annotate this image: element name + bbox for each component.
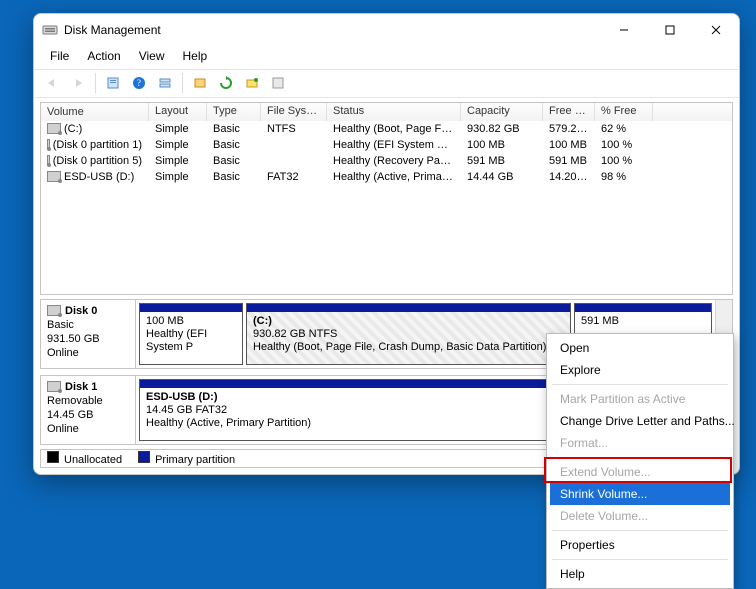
context-item: Extend Volume... xyxy=(550,461,730,483)
menu-help[interactable]: Help xyxy=(175,48,216,64)
minimize-button[interactable] xyxy=(601,14,647,46)
menu-file[interactable]: File xyxy=(42,48,77,64)
disk-icon xyxy=(47,171,61,182)
context-menu[interactable]: OpenExplore Mark Partition as ActiveChang… xyxy=(546,333,734,589)
context-item[interactable]: Open xyxy=(550,337,730,359)
volume-row[interactable]: (Disk 0 partition 1)SimpleBasicHealthy (… xyxy=(41,137,732,153)
volume-row[interactable]: ESD-USB (D:)SimpleBasicFAT32Healthy (Act… xyxy=(41,169,732,185)
volume-list-header[interactable]: Volume Layout Type File System Status Ca… xyxy=(41,103,732,121)
col-capacity[interactable]: Capacity xyxy=(461,103,543,121)
context-item[interactable]: Shrink Volume... xyxy=(550,483,730,505)
properties-icon[interactable] xyxy=(101,71,125,95)
disk-summary[interactable]: Disk 0Basic931.50 GBOnline xyxy=(41,300,136,368)
window-title: Disk Management xyxy=(64,23,161,37)
legend-primary: Primary partition xyxy=(138,451,235,466)
partition[interactable]: (C:)930.82 GB NTFSHealthy (Boot, Page Fi… xyxy=(246,303,571,365)
menubar: File Action View Help xyxy=(34,46,739,70)
menu-action[interactable]: Action xyxy=(79,48,128,64)
context-separator xyxy=(552,559,728,560)
create-vhd-icon[interactable] xyxy=(188,71,212,95)
volume-row[interactable]: (Disk 0 partition 5)SimpleBasicHealthy (… xyxy=(41,153,732,169)
more-actions-icon[interactable] xyxy=(266,71,290,95)
col-percent-free[interactable]: % Free xyxy=(595,103,653,121)
toolbar: ? xyxy=(34,70,739,98)
back-button[interactable] xyxy=(40,71,64,95)
disk-icon xyxy=(47,305,61,316)
disk-summary[interactable]: Disk 1Removable14.45 GBOnline xyxy=(41,376,136,444)
context-item[interactable]: Explore xyxy=(550,359,730,381)
col-volume[interactable]: Volume xyxy=(41,103,149,121)
col-status[interactable]: Status xyxy=(327,103,461,121)
help-icon[interactable]: ? xyxy=(127,71,151,95)
context-item[interactable]: Change Drive Letter and Paths... xyxy=(550,410,730,432)
titlebar[interactable]: Disk Management xyxy=(34,14,739,46)
col-layout[interactable]: Layout xyxy=(149,103,207,121)
context-item: Format... xyxy=(550,432,730,454)
app-icon xyxy=(42,22,58,38)
volume-list[interactable]: Volume Layout Type File System Status Ca… xyxy=(40,102,733,295)
view-options-icon[interactable] xyxy=(153,71,177,95)
context-item[interactable]: Properties xyxy=(550,534,730,556)
maximize-button[interactable] xyxy=(647,14,693,46)
context-item: Mark Partition as Active xyxy=(550,388,730,410)
disk-icon xyxy=(47,155,50,166)
disk-icon xyxy=(47,123,61,134)
context-separator xyxy=(552,530,728,531)
menu-view[interactable]: View xyxy=(131,48,173,64)
disk-icon xyxy=(47,139,50,150)
col-type[interactable]: Type xyxy=(207,103,261,121)
forward-button[interactable] xyxy=(66,71,90,95)
disk-icon xyxy=(47,381,61,392)
col-free[interactable]: Free Sp... xyxy=(543,103,595,121)
context-separator xyxy=(552,457,728,458)
legend-unallocated: Unallocated xyxy=(47,451,122,466)
refresh-icon[interactable] xyxy=(214,71,238,95)
col-file-system[interactable]: File System xyxy=(261,103,327,121)
rescan-disks-icon[interactable] xyxy=(240,71,264,95)
context-separator xyxy=(552,384,728,385)
partition[interactable]: 100 MBHealthy (EFI System P xyxy=(139,303,243,365)
context-item[interactable]: Help xyxy=(550,563,730,585)
context-item: Delete Volume... xyxy=(550,505,730,527)
close-button[interactable] xyxy=(693,14,739,46)
volume-row[interactable]: (C:)SimpleBasicNTFSHealthy (Boot, Page F… xyxy=(41,121,732,137)
svg-text:?: ? xyxy=(137,78,141,88)
